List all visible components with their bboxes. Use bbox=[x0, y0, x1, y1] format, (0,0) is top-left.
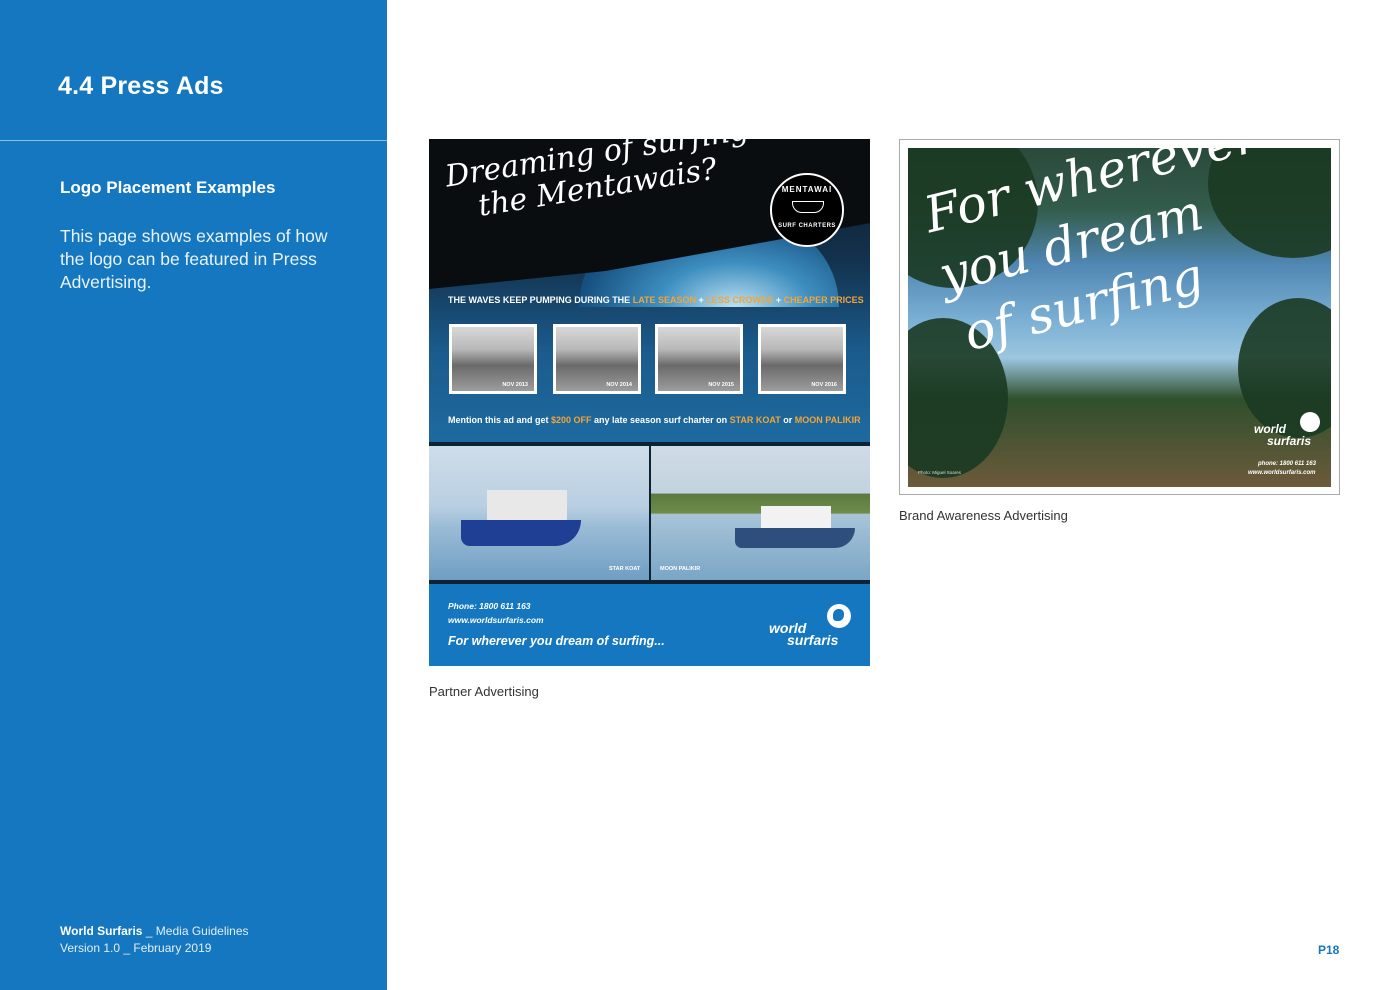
wave-thumbnail: NOV 2015 bbox=[655, 324, 743, 394]
thumbnail-label: NOV 2013 bbox=[502, 382, 528, 388]
boat-hull bbox=[461, 520, 581, 546]
partner-ad-tagline: THE WAVES KEEP PUMPING DURING THE LATE S… bbox=[448, 295, 864, 305]
logo-word: surfaris bbox=[1267, 434, 1312, 448]
description: This page shows examples of how the logo… bbox=[60, 226, 328, 292]
brand-ad-caption: Brand Awareness Advertising bbox=[899, 508, 1068, 523]
boat-photo-moon-palikir: MOON PALIKIR bbox=[651, 446, 870, 580]
tagline-highlight: CHEAPER PRICES bbox=[783, 295, 864, 305]
badge-bottom-text: SURF CHARTERS bbox=[778, 223, 836, 229]
boat-photo-star-koat: STAR KOAT bbox=[429, 446, 649, 580]
partner-ad: Dreaming of surfing the Mentawais? MENTA… bbox=[429, 139, 870, 666]
slogan: For wherever you dream of surfing... bbox=[448, 634, 665, 648]
mentawai-badge-logo: MENTAWAI SURF CHARTERS bbox=[770, 173, 844, 247]
tagline-highlight: LATE SEASON bbox=[632, 295, 697, 305]
offer-highlight: $200 OFF bbox=[551, 415, 592, 425]
sidebar: 4.4 Press Ads Logo Placement Examples Th… bbox=[0, 0, 387, 990]
offer-part: or bbox=[780, 415, 795, 425]
thumbnail-label: NOV 2016 bbox=[811, 382, 837, 388]
photo-credit: Photo: Miguel Soares bbox=[918, 470, 962, 475]
page-number: P18 bbox=[1318, 943, 1340, 957]
subtitle: Logo Placement Examples bbox=[60, 178, 276, 197]
brand-ad-photo: For wherever you dream of surfing world … bbox=[908, 148, 1331, 487]
boat-icon bbox=[792, 201, 824, 213]
tagline-text: THE WAVES KEEP PUMPING DURING THE bbox=[448, 295, 633, 305]
website-text: www.worldsurfaris.com bbox=[1248, 470, 1316, 476]
tagline-highlight: LESS CROWDS bbox=[706, 295, 774, 305]
divider bbox=[0, 140, 387, 141]
globe-icon bbox=[827, 604, 851, 628]
tagline-sep: + bbox=[696, 295, 707, 305]
boat-label: STAR KOAT bbox=[609, 566, 641, 572]
thumbnail-row: NOV 2013 NOV 2014 NOV 2015 NOV 2016 bbox=[449, 324, 854, 396]
footer-brand-name: World Surfaris bbox=[60, 924, 143, 938]
footer-brand: World Surfaris _ Media Guidelines bbox=[60, 924, 249, 938]
tagline-sep: + bbox=[773, 295, 784, 305]
boat-label: MOON PALIKIR bbox=[660, 566, 701, 572]
boat-cabin bbox=[761, 506, 831, 528]
offer-highlight: STAR KOAT bbox=[729, 415, 781, 425]
globe-icon bbox=[1300, 412, 1320, 432]
wave-thumbnail: NOV 2013 bbox=[449, 324, 537, 394]
offer-highlight: MOON PALIKIR bbox=[794, 415, 861, 425]
thumbnail-image: NOV 2013 bbox=[452, 327, 534, 391]
offer-part: Mention this ad and get bbox=[448, 415, 551, 425]
world-surfaris-logo: world surfaris bbox=[1254, 412, 1324, 452]
logo-word: surfaris bbox=[787, 632, 839, 648]
partner-ad-footer: Phone: 1800 611 163 www.worldsurfaris.co… bbox=[429, 584, 870, 666]
wave-thumbnail: NOV 2014 bbox=[553, 324, 641, 394]
thumbnail-label: NOV 2014 bbox=[606, 382, 632, 388]
offer-text: Mention this ad and get $200 OFF any lat… bbox=[448, 415, 861, 425]
brand-ad: For wherever you dream of surfing world … bbox=[899, 139, 1340, 495]
website-text: www.worldsurfaris.com bbox=[448, 615, 544, 625]
thumbnail-label: NOV 2015 bbox=[708, 382, 734, 388]
boat-cabin bbox=[487, 490, 567, 520]
thumbnail-image: NOV 2015 bbox=[658, 327, 740, 391]
offer-part: any late season surf charter on bbox=[591, 415, 730, 425]
footer-version: Version 1.0 _ February 2019 bbox=[60, 941, 212, 955]
boat-hull bbox=[735, 528, 855, 548]
phone-text: phone: 1800 611 163 bbox=[1258, 461, 1316, 467]
thumbnail-image: NOV 2016 bbox=[761, 327, 843, 391]
badge-top-text: MENTAWAI bbox=[781, 185, 833, 194]
world-surfaris-logo: world surfaris bbox=[769, 602, 854, 648]
thumbnail-image: NOV 2014 bbox=[556, 327, 638, 391]
partner-ad-caption: Partner Advertising bbox=[429, 684, 539, 699]
section-title: 4.4 Press Ads bbox=[58, 72, 224, 100]
partner-ad-hero: Dreaming of surfing the Mentawais? MENTA… bbox=[429, 139, 870, 442]
wave-thumbnail: NOV 2016 bbox=[758, 324, 846, 394]
phone-text: Phone: 1800 611 163 bbox=[448, 601, 531, 611]
footer-brand-suffix: _ Media Guidelines bbox=[142, 924, 249, 938]
